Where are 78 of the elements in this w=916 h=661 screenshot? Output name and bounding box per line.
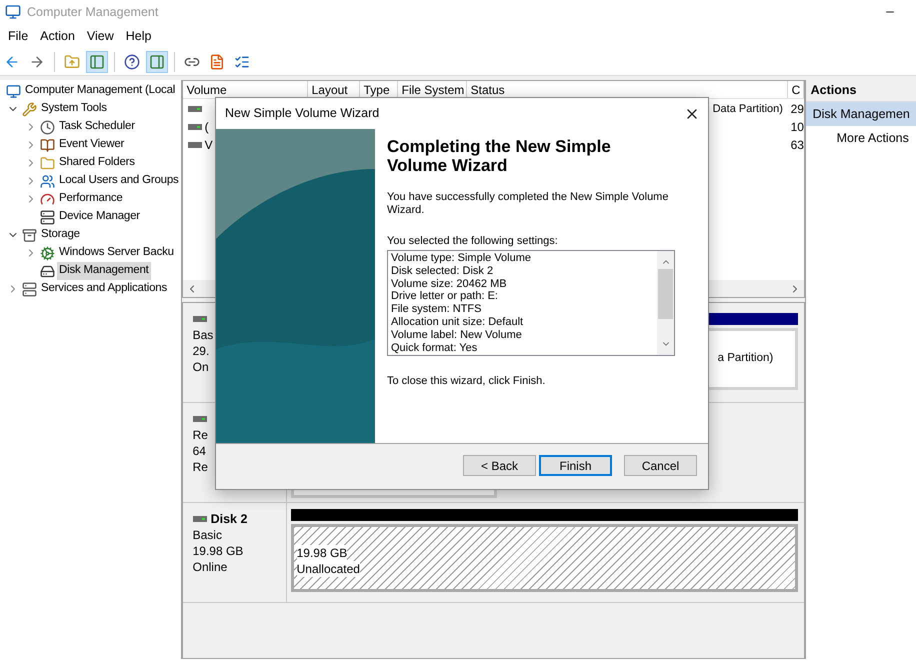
menu-item[interactable]: File bbox=[2, 26, 34, 46]
disk-name: Disk 2 bbox=[210, 510, 248, 528]
setting-line: Volume type: Simple Volume bbox=[391, 252, 532, 265]
menu-item[interactable]: Help bbox=[120, 26, 158, 46]
table-cell-text: Data Partition) bbox=[712, 102, 783, 117]
tree-item[interactable]: Shared Folders bbox=[57, 154, 137, 172]
wizard-intro: You have successfully completed the New Simple Volume Wizard. bbox=[387, 191, 670, 217]
tree-item[interactable]: Local Users and Groups bbox=[57, 172, 181, 190]
table-cell: 10 bbox=[790, 120, 804, 134]
action-section[interactable]: Disk Managemen bbox=[806, 102, 916, 126]
setting-line: Volume label: New Volume bbox=[391, 328, 523, 342]
disk-info: Re bbox=[192, 427, 209, 443]
closing-text: To close this wizard, click Finish. bbox=[387, 374, 546, 389]
table-cell-text: V bbox=[204, 137, 213, 154]
folder-up-icon bbox=[64, 54, 80, 70]
dialog-button[interactable]: < Back bbox=[463, 455, 536, 476]
document-icon bbox=[209, 54, 225, 70]
action-link[interactable]: More Actions bbox=[806, 126, 916, 150]
tree-item[interactable]: Event Viewer bbox=[57, 136, 126, 154]
folder-icon bbox=[40, 156, 55, 170]
disk-info: 29. bbox=[192, 343, 210, 359]
tree-item[interactable]: Disk Management bbox=[57, 262, 151, 280]
setting-line: Allocation unit size: Default bbox=[391, 316, 524, 329]
disk-info: Bas bbox=[192, 327, 214, 343]
wizard-heading: Completing the New Simple Volume Wizard bbox=[387, 137, 612, 175]
disk-info: Basic bbox=[192, 527, 223, 543]
computer-icon bbox=[6, 84, 21, 98]
tree-item[interactable]: Performance bbox=[57, 190, 125, 208]
window-title: Computer Management bbox=[27, 4, 158, 21]
vertical-scrollbar[interactable] bbox=[657, 251, 674, 355]
dialog-title: New Simple Volume Wizard bbox=[225, 105, 380, 122]
dialog-button[interactable]: Finish bbox=[539, 455, 612, 476]
menu-item[interactable]: Action bbox=[34, 26, 81, 46]
setting-line: File system: NTFS bbox=[391, 303, 482, 316]
list-icon bbox=[234, 54, 250, 70]
tools-icon bbox=[22, 102, 37, 116]
tree-item[interactable]: Computer Management (Local bbox=[23, 82, 178, 100]
forward-icon bbox=[29, 54, 45, 70]
disk-info: 64 bbox=[192, 443, 207, 459]
column-header[interactable]: C bbox=[788, 81, 804, 98]
tree-item[interactable]: Device Manager bbox=[57, 208, 142, 226]
tree-item[interactable]: Services and Applications bbox=[39, 280, 170, 298]
panel-icon bbox=[89, 54, 105, 70]
disk-drive-icon bbox=[40, 264, 55, 278]
gauge-icon bbox=[40, 192, 55, 206]
help-icon bbox=[124, 54, 140, 70]
table-cell-text: ( bbox=[204, 119, 209, 136]
panel-button[interactable] bbox=[86, 50, 108, 72]
app-icon bbox=[5, 4, 21, 20]
setting-line: Quick format: Yes bbox=[391, 342, 478, 354]
partition-area[interactable]: 19.98 GB Unallocated bbox=[290, 524, 798, 592]
tree-item[interactable]: Storage bbox=[39, 226, 82, 244]
partition-text: 19.98 GB bbox=[296, 545, 348, 561]
settings-label: You selected the following settings: bbox=[387, 235, 559, 248]
tree-item[interactable]: Windows Server Backu bbox=[57, 244, 176, 262]
dialog-button[interactable]: Cancel bbox=[624, 455, 697, 476]
menu-item[interactable]: View bbox=[80, 26, 120, 46]
table-cell: 29 bbox=[790, 102, 804, 116]
settings-list[interactable]: Volume type: Simple Volume Disk selected: Disk 2 Volume size: 20462 MB Drive letter or path: E: File system: NTFS Allocation unit size: Default Volume label: New Volume Quick format: Yes bbox=[387, 250, 675, 356]
panel-icon bbox=[149, 54, 165, 70]
disk-info: Re bbox=[192, 459, 209, 475]
disk-info: 19.98 GB bbox=[192, 543, 244, 559]
table-cell: 63 bbox=[790, 138, 804, 152]
setting-line: Drive letter or path: E: bbox=[391, 290, 499, 304]
tree-item[interactable]: System Tools bbox=[39, 100, 109, 118]
partition-text: Unallocated bbox=[296, 561, 360, 577]
setting-line: Volume size: 20462 MB bbox=[391, 278, 508, 290]
clock-icon bbox=[40, 120, 55, 134]
panel-button[interactable] bbox=[146, 50, 168, 72]
partition-text: a Partition) bbox=[718, 351, 774, 366]
tree-item[interactable]: Task Scheduler bbox=[57, 118, 137, 136]
back-icon bbox=[4, 54, 20, 70]
disk-info: On bbox=[192, 359, 210, 375]
users-icon bbox=[40, 174, 55, 188]
server-icon bbox=[22, 282, 37, 296]
setting-line: Disk selected: Disk 2 bbox=[391, 264, 494, 278]
disk-info: Online bbox=[192, 559, 228, 575]
actions-header: Actions bbox=[806, 80, 916, 102]
